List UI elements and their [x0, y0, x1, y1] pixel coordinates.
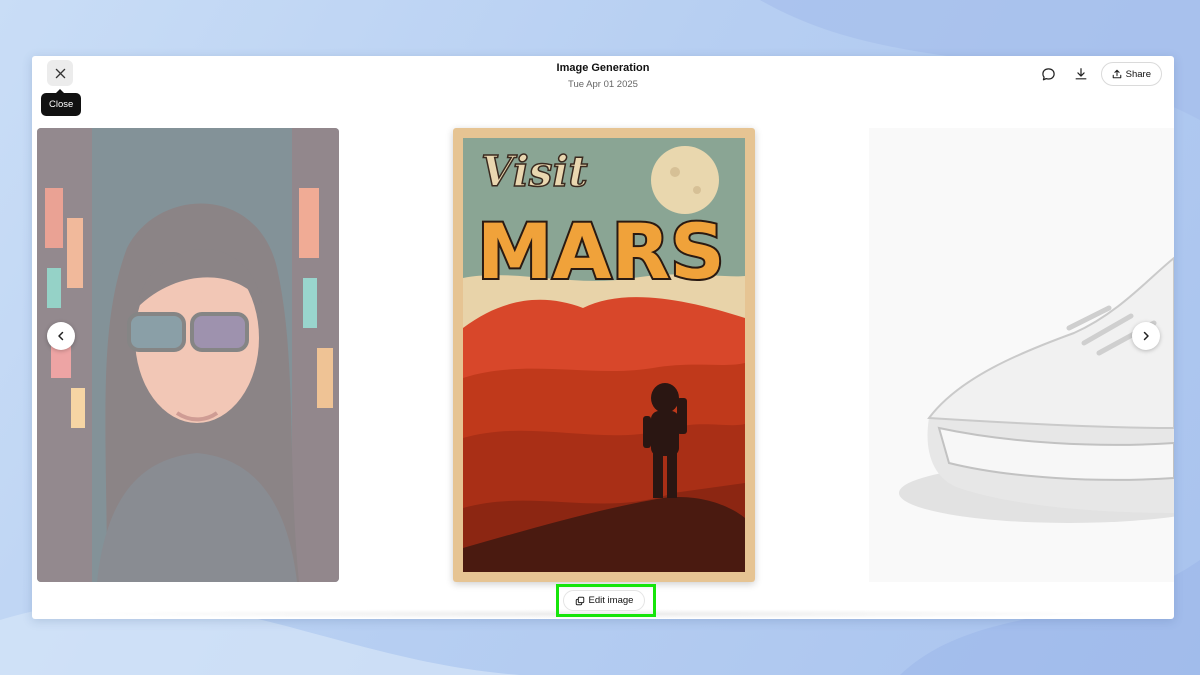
next-image-button[interactable]	[1132, 322, 1160, 350]
chevron-right-icon	[1143, 331, 1149, 341]
share-label: Share	[1125, 68, 1151, 80]
poster-script-text: Visit	[481, 147, 588, 196]
share-button[interactable]: Share	[1100, 62, 1162, 86]
carousel-image-previous[interactable]	[37, 128, 339, 582]
chevron-left-icon	[58, 331, 64, 341]
page-title: Image Generation	[556, 62, 650, 74]
edit-image-icon	[575, 596, 584, 605]
comment-button[interactable]	[1037, 62, 1061, 86]
top-actions: Share	[1037, 62, 1162, 86]
close-tooltip: Close	[41, 89, 82, 116]
mars-poster-image: Visit MARS	[453, 128, 755, 582]
carousel-image-next[interactable]	[869, 128, 1174, 582]
comment-icon	[1042, 67, 1055, 80]
header: Image Generation Tue Apr 01 2025	[32, 62, 1174, 90]
edit-image-button[interactable]: Edit image	[563, 590, 645, 611]
image-viewer-window: Close Image Generation Tue Apr 01 2025 S…	[32, 56, 1174, 619]
download-icon	[1075, 68, 1087, 80]
page-date: Tue Apr 01 2025	[568, 79, 638, 90]
download-button[interactable]	[1069, 62, 1093, 86]
poster-headline: MARS	[477, 207, 725, 296]
edit-image-label: Edit image	[588, 595, 634, 606]
previous-image-button[interactable]	[47, 322, 75, 350]
share-upload-icon	[1112, 69, 1121, 79]
woman-portrait-image	[37, 128, 339, 582]
carousel-image-current[interactable]: Visit MARS	[453, 128, 755, 582]
sneaker-image	[869, 128, 1174, 582]
